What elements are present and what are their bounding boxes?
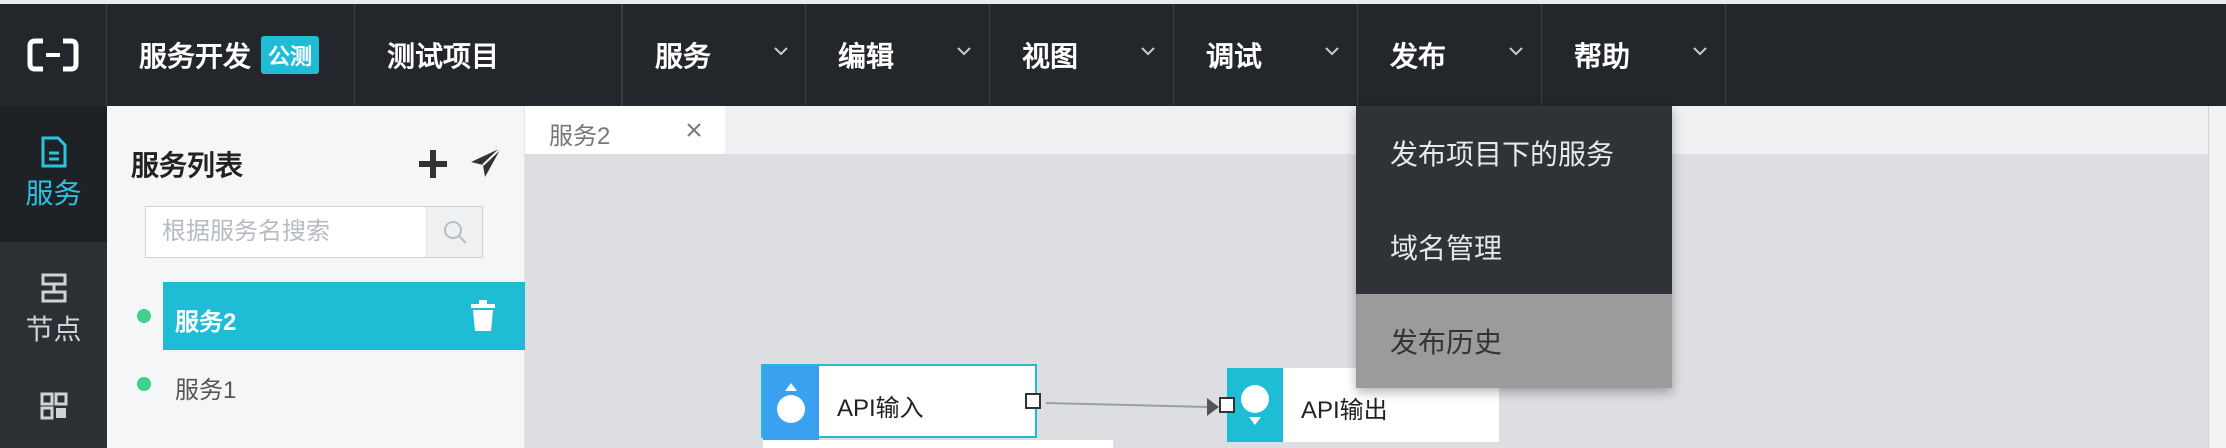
menu-label: 编辑 [838, 41, 895, 72]
brand: 服务开发 公测 [107, 4, 355, 106]
search-icon [443, 221, 467, 244]
input-port[interactable] [1219, 397, 1235, 413]
nav-item-node[interactable]: 节点 [0, 242, 107, 378]
status-dot [137, 309, 151, 323]
service-list-panel: 服务列表 服务2 服务1 [107, 106, 525, 448]
menu-label: 发布 [1390, 41, 1447, 72]
chevron-down-icon [1509, 47, 1523, 56]
node-label: API输出 [1301, 397, 1388, 424]
api-input-node[interactable]: API输入 [761, 364, 1041, 440]
chevron-down-icon [957, 47, 971, 56]
menu-view[interactable]: 视图 [990, 4, 1174, 106]
grid-icon [40, 392, 67, 420]
output-port[interactable] [1025, 393, 1041, 409]
nav-item-label: 节点 [25, 314, 82, 345]
menu-item-publish-history[interactable]: 发布历史 [1356, 294, 1672, 388]
chevron-down-icon [1325, 47, 1339, 56]
menu-label: 服务 [655, 41, 712, 72]
project-name[interactable]: 测试项目 [355, 4, 622, 106]
menu-label: 视图 [1022, 41, 1079, 72]
logo-icon [27, 38, 79, 72]
nav-item-label: 服务 [25, 178, 82, 209]
bulb-icon [777, 383, 805, 423]
status-dot [137, 377, 151, 391]
panel-title: 服务列表 [131, 150, 244, 181]
menu-item-publish-services[interactable]: 发布项目下的服务 [1356, 106, 1672, 200]
menu-bar: 服务 编辑 视图 调试 发布 帮助 [622, 4, 1726, 106]
brand-title: 服务开发 [139, 41, 252, 72]
search-button[interactable] [426, 207, 482, 257]
menu-publish[interactable]: 发布 [1358, 4, 1542, 106]
node-shadow-card [763, 440, 1113, 448]
menu-item-domain-management[interactable]: 域名管理 [1356, 200, 1672, 294]
node-label: API输入 [837, 395, 924, 422]
nav-item-apps[interactable] [0, 378, 107, 448]
service-name: 服务1 [175, 377, 237, 404]
chevron-down-icon [1693, 47, 1707, 56]
menu-label: 帮助 [1574, 41, 1631, 72]
bulb-icon [1241, 385, 1269, 425]
left-nav: 服务 节点 [0, 106, 107, 448]
service-list-item[interactable]: 服务1 [107, 350, 525, 418]
nav-item-service[interactable]: 服务 [0, 106, 107, 242]
menu-debug[interactable]: 调试 [1174, 4, 1358, 106]
service-list-item[interactable]: 服务2 [107, 282, 525, 350]
send-icon[interactable] [469, 146, 503, 180]
chevron-down-icon [774, 47, 788, 56]
public-beta-badge: 公测 [261, 36, 320, 74]
input-node-icon [763, 366, 819, 440]
top-navbar: 服务开发 公测 测试项目 服务 编辑 视图 调试 发布 帮助 [0, 4, 2226, 106]
add-service-icon[interactable] [417, 148, 449, 180]
node-icon [41, 273, 66, 303]
service-search [145, 206, 483, 258]
output-node-icon [1227, 368, 1283, 442]
menu-help[interactable]: 帮助 [1542, 4, 1726, 106]
menu-service[interactable]: 服务 [622, 4, 806, 106]
chevron-down-icon [1141, 47, 1155, 56]
search-input[interactable] [146, 207, 426, 257]
menu-label: 调试 [1206, 41, 1263, 72]
vertical-scrollbar[interactable] [2208, 106, 2226, 448]
menu-edit[interactable]: 编辑 [806, 4, 990, 106]
document-icon [41, 136, 66, 168]
publish-dropdown-menu: 发布项目下的服务 域名管理 发布历史 [1356, 106, 1672, 388]
trash-icon[interactable] [469, 300, 497, 332]
service-name: 服务2 [175, 309, 237, 336]
logo[interactable] [0, 4, 107, 106]
